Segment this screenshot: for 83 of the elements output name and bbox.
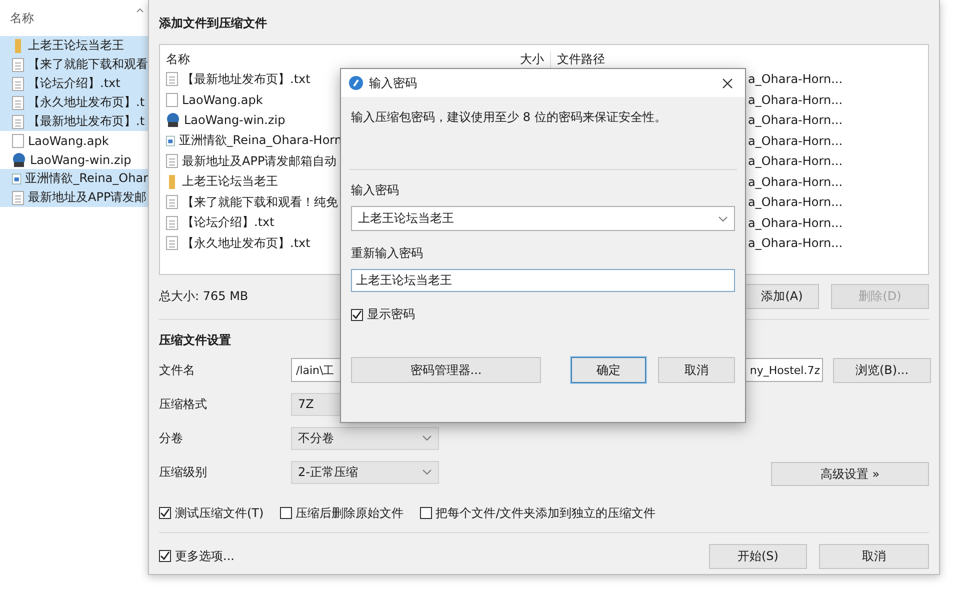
file-item[interactable]: 【最新地址发布页】.t	[0, 112, 148, 131]
file-item[interactable]: LaoWang.apk	[0, 131, 148, 150]
field-label: 压缩格式	[159, 396, 208, 412]
file-path: a_Ohara-Horn...	[748, 236, 843, 250]
checkbox[interactable]: 更多选项...	[159, 548, 234, 564]
file-item[interactable]: 最新地址及APP请发邮	[0, 188, 148, 207]
section-title: 压缩文件设置	[159, 332, 232, 348]
folder-icon	[12, 38, 24, 52]
file-path: a_Ohara-Horn...	[748, 134, 843, 148]
file-item[interactable]: 上老王论坛当老王	[0, 36, 148, 55]
confirm-password-field[interactable]: 上老王论坛当老王	[351, 269, 735, 292]
password-manager-button[interactable]: 密码管理器...	[351, 357, 541, 383]
check-icon	[160, 508, 170, 518]
password-combo[interactable]: 上老王论坛当老王	[351, 206, 735, 231]
text-file-icon	[166, 195, 178, 210]
video-file-icon	[12, 172, 22, 186]
cancel-button[interactable]: 取消	[658, 357, 735, 383]
file-name[interactable]: 【论坛介绍】.txt	[182, 214, 274, 232]
app-icon	[12, 152, 26, 166]
browse-button[interactable]: 浏览(B)...	[833, 358, 931, 382]
file-name[interactable]: 【最新地址发布页】.txt	[182, 70, 310, 88]
file-item[interactable]: 亚洲情欲_Reina_Ohar	[0, 169, 148, 188]
field-label: 文件名	[159, 362, 196, 378]
column-header[interactable]: 名称	[10, 10, 34, 27]
text-file-icon	[12, 58, 24, 72]
text-file-icon	[12, 96, 24, 110]
dropdown-caret-icon	[718, 216, 728, 222]
folder-icon	[166, 174, 178, 189]
dropdown-caret-icon	[422, 469, 432, 475]
checkbox[interactable]: 压缩后删除原始文件	[280, 504, 404, 522]
file-path: a_Ohara-Horn...	[748, 216, 843, 230]
checkbox[interactable]: 把每个文件/文件夹添加到独立的压缩文件	[420, 504, 656, 522]
column-header[interactable]: 名称	[166, 50, 342, 68]
field-label: 重新输入密码	[351, 246, 423, 260]
file-name[interactable]: 上老王论坛当老王	[182, 173, 278, 190]
text-file-icon	[12, 76, 24, 90]
file-icon	[166, 92, 178, 107]
file-name[interactable]: LaoWang-win.zip	[184, 113, 286, 128]
ok-button[interactable]: 确定	[571, 357, 646, 383]
cancel-button[interactable]: 取消	[819, 544, 929, 568]
video-file-icon	[166, 134, 175, 148]
close-icon[interactable]	[722, 78, 733, 88]
field-label: 分卷	[159, 430, 184, 446]
file-name[interactable]: 亚洲情欲_Reina_Ohara-Horn	[178, 132, 342, 150]
text-file-icon	[12, 190, 24, 204]
file-path: a_Ohara-Horn...	[748, 195, 843, 210]
field-label: 输入密码	[351, 183, 399, 197]
file-item[interactable]: 【论坛介绍】.txt	[0, 74, 148, 93]
column-header[interactable]: 文件路径	[551, 50, 605, 68]
start-button[interactable]: 开始(S)	[709, 544, 807, 568]
file-name[interactable]: 【来了就能下载和观看！纯免	[182, 194, 338, 211]
app-icon	[166, 113, 180, 128]
dialog-title: 输入密码	[369, 74, 417, 92]
file-name[interactable]: 最新地址及APP请发邮箱自动	[182, 152, 337, 170]
file-name[interactable]: 【永久地址发布页】.txt	[182, 234, 310, 252]
file-item[interactable]: 【永久地址发布页】.t	[0, 93, 148, 112]
advanced-settings-button[interactable]: 高级设置 »	[771, 462, 929, 486]
file-item[interactable]: LaoWang-win.zip	[0, 150, 148, 169]
app-logo-icon	[349, 76, 363, 90]
check-icon	[352, 310, 362, 320]
check-icon	[160, 551, 170, 561]
text-file-icon	[166, 216, 178, 230]
text-file-icon	[166, 72, 178, 86]
file-path: a_Ohara-Horn...	[748, 174, 843, 189]
dialog-message: 输入压缩包密码，建议使用至少 8 位的密码来保证安全性。	[351, 110, 666, 124]
file-path: a_Ohara-Horn...	[748, 113, 843, 128]
checkbox[interactable]: 显示密码	[351, 306, 415, 323]
text-file-icon	[166, 236, 178, 250]
text-file-icon	[12, 114, 24, 128]
checkbox[interactable]: 测试压缩文件(T)	[159, 504, 264, 522]
file-path: a_Ohara-Horn...	[748, 72, 843, 86]
field-label: 压缩级别	[159, 464, 208, 480]
split-select[interactable]: 不分卷	[291, 426, 439, 450]
file-path: a_Ohara-Horn...	[748, 92, 843, 107]
file-path: a_Ohara-Horn...	[748, 154, 843, 168]
file-item[interactable]: 【来了就能下载和观看	[0, 55, 148, 74]
level-select[interactable]: 2-正常压缩	[291, 460, 439, 484]
file-name[interactable]: LaoWang.apk	[182, 92, 263, 107]
text-file-icon	[166, 154, 178, 168]
dropdown-caret-icon	[422, 435, 432, 441]
file-icon	[12, 134, 24, 148]
total-size: 总大小: 765 MB	[159, 288, 248, 304]
window-title: 添加文件到压缩文件	[159, 15, 268, 31]
